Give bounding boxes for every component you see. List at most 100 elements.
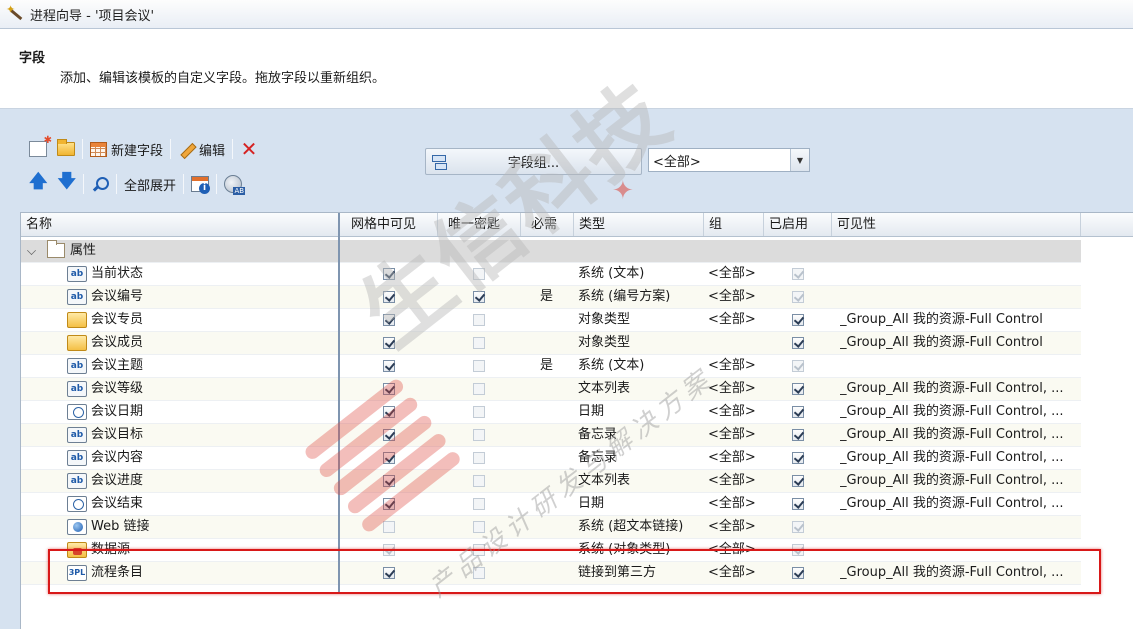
delete-x-icon: ✕ [240,137,258,161]
folder-field-icon [67,312,87,328]
table-row[interactable]: ab 会议主题 是 系统 (文本) <全部> [21,355,1081,378]
group-row-label: 属性 [70,243,97,258]
field-visibility[interactable]: _Group_All 我的资源-Full Control, ... [840,401,1064,424]
new-field-label: 新建字段 [111,143,164,159]
move-up-button[interactable]: 🡅 [26,171,51,196]
group-filter-select[interactable]: <全部> ▼ [648,148,810,172]
column-header-visible-in-grid[interactable]: 网格中可见 [339,213,438,236]
web-link-icon [67,519,87,535]
field-group-button[interactable]: 字段组... [425,148,642,175]
table-row[interactable]: ab 会议目标 备忘录 <全部> _Group_All 我的资源-Full Contro… [21,424,1081,447]
enabled-checkbox[interactable] [792,498,804,510]
visible-in-grid-checkbox[interactable] [383,291,395,303]
enabled-checkbox[interactable] [792,429,804,441]
table-row[interactable]: Web 链接 系统 (超文本链接) <全部> [21,516,1081,539]
field-visibility[interactable]: _Group_All 我的资源-Full Control [840,332,1043,355]
table-row[interactable]: ab 会议编号 是 系统 (编号方案) <全部> [21,286,1081,309]
delete-button[interactable]: ✕ [237,137,261,161]
field-visibility[interactable]: _Group_All 我的资源-Full Control, ... [840,424,1064,447]
enabled-checkbox[interactable] [792,337,804,349]
field-type: 备忘录 [578,427,618,442]
field-type: 文本列表 [578,381,631,396]
field-group: <全部> [708,473,756,488]
visible-in-grid-checkbox[interactable] [383,268,395,280]
frozen-column-splitter[interactable] [338,213,340,593]
field-name: 会议专员 [91,312,144,327]
visible-in-grid-checkbox[interactable] [383,429,395,441]
enabled-checkbox[interactable] [792,406,804,418]
folder-icon [47,240,65,258]
open-folder-button[interactable] [54,137,78,161]
info-table-icon [191,176,211,194]
field-name: 会议成员 [91,335,144,350]
clock-field-icon [67,404,87,420]
folder-icon [57,139,75,156]
group-row-attributes[interactable]: 属性 [21,240,1081,263]
field-info-button[interactable] [188,172,212,196]
field-type: 对象类型 [578,335,631,350]
visible-in-grid-checkbox[interactable] [383,360,395,372]
column-header-enabled[interactable]: 已启用 [764,213,832,236]
text-field-icon: ab [67,358,87,374]
visible-in-grid-checkbox[interactable] [383,337,395,349]
enabled-checkbox [792,291,804,303]
search-button[interactable] [88,172,112,196]
field-visibility[interactable]: _Group_All 我的资源-Full Control, ... [840,493,1064,516]
table-row[interactable]: ab 会议等级 文本列表 <全部> _Group_All 我的资源-Full Contr… [21,378,1081,401]
toolbar-separator [170,139,172,159]
table-row[interactable]: 会议日期 日期 <全部> _Group_All 我的资源-Full Control, … [21,401,1081,424]
pencil-icon [178,140,196,158]
watermark-star-icon: ✦ [612,176,634,206]
table-row[interactable]: 会议成员 对象类型 _Group_All 我的资源-Full Control [21,332,1081,355]
chevron-down-icon[interactable]: ▼ [790,149,809,171]
table-row[interactable]: ab 会议进度 文本列表 <全部> _Group_All 我的资源-Full Contr… [21,470,1081,493]
column-header-group[interactable]: 组 [704,213,764,236]
field-type: 日期 [578,404,605,419]
edit-label: 编辑 [199,143,226,159]
enabled-checkbox[interactable] [792,452,804,464]
column-header-visibility[interactable]: 可见性 [832,213,1081,236]
new-document-icon [29,135,52,157]
table-row[interactable]: ab 当前状态 系统 (文本) <全部> [21,263,1081,286]
highlight-annotation-box [48,549,1101,594]
unique-key-checkbox [473,521,485,533]
column-header-required[interactable]: 必需 [521,213,574,236]
visible-in-grid-checkbox[interactable] [383,452,395,464]
table-row[interactable]: ab 会议内容 备忘录 <全部> _Group_All 我的资源-Full Contro… [21,447,1081,470]
table-row[interactable]: 会议结束 日期 <全部> _Group_All 我的资源-Full Control, … [21,493,1081,516]
field-type: 对象类型 [578,312,631,327]
enabled-checkbox[interactable] [792,475,804,487]
enabled-checkbox[interactable] [792,314,804,326]
field-name: 会议内容 [91,450,144,465]
column-header-name[interactable]: 名称 [21,213,339,236]
new-item-button[interactable] [26,135,52,161]
visible-in-grid-checkbox[interactable] [383,314,395,326]
edit-button[interactable]: 编辑 [175,137,228,161]
field-name: 会议结束 [91,496,144,511]
chevron-down-icon[interactable] [27,246,36,255]
field-name: 会议日期 [91,404,144,419]
field-visibility[interactable]: _Group_All 我的资源-Full Control, ... [840,447,1064,470]
table-row[interactable]: 会议专员 对象类型 <全部> _Group_All 我的资源-Full Control [21,309,1081,332]
localization-button[interactable] [221,172,246,196]
column-header-type[interactable]: 类型 [574,213,704,236]
visible-in-grid-checkbox[interactable] [383,475,395,487]
required-value: 是 [540,358,554,373]
visible-in-grid-checkbox[interactable] [383,498,395,510]
window-title: 进程向导 - '项目会议' [30,8,155,24]
move-down-button[interactable]: 🡇 [55,171,80,196]
field-group: <全部> [708,519,756,534]
new-field-button[interactable]: 新建字段 [87,137,166,161]
unique-key-checkbox[interactable] [473,291,485,303]
text-field-icon: ab [67,450,87,466]
text-field-icon: ab [67,381,87,397]
enabled-checkbox[interactable] [792,383,804,395]
field-visibility[interactable]: _Group_All 我的资源-Full Control, ... [840,378,1064,401]
expand-all-button[interactable]: 全部展开 [121,172,179,196]
visible-in-grid-checkbox[interactable] [383,406,395,418]
column-header-unique-key[interactable]: 唯一密匙 [438,213,521,236]
visible-in-grid-checkbox[interactable] [383,383,395,395]
field-visibility[interactable]: _Group_All 我的资源-Full Control, ... [840,470,1064,493]
globe-language-icon [224,175,246,195]
field-visibility[interactable]: _Group_All 我的资源-Full Control [840,309,1043,332]
